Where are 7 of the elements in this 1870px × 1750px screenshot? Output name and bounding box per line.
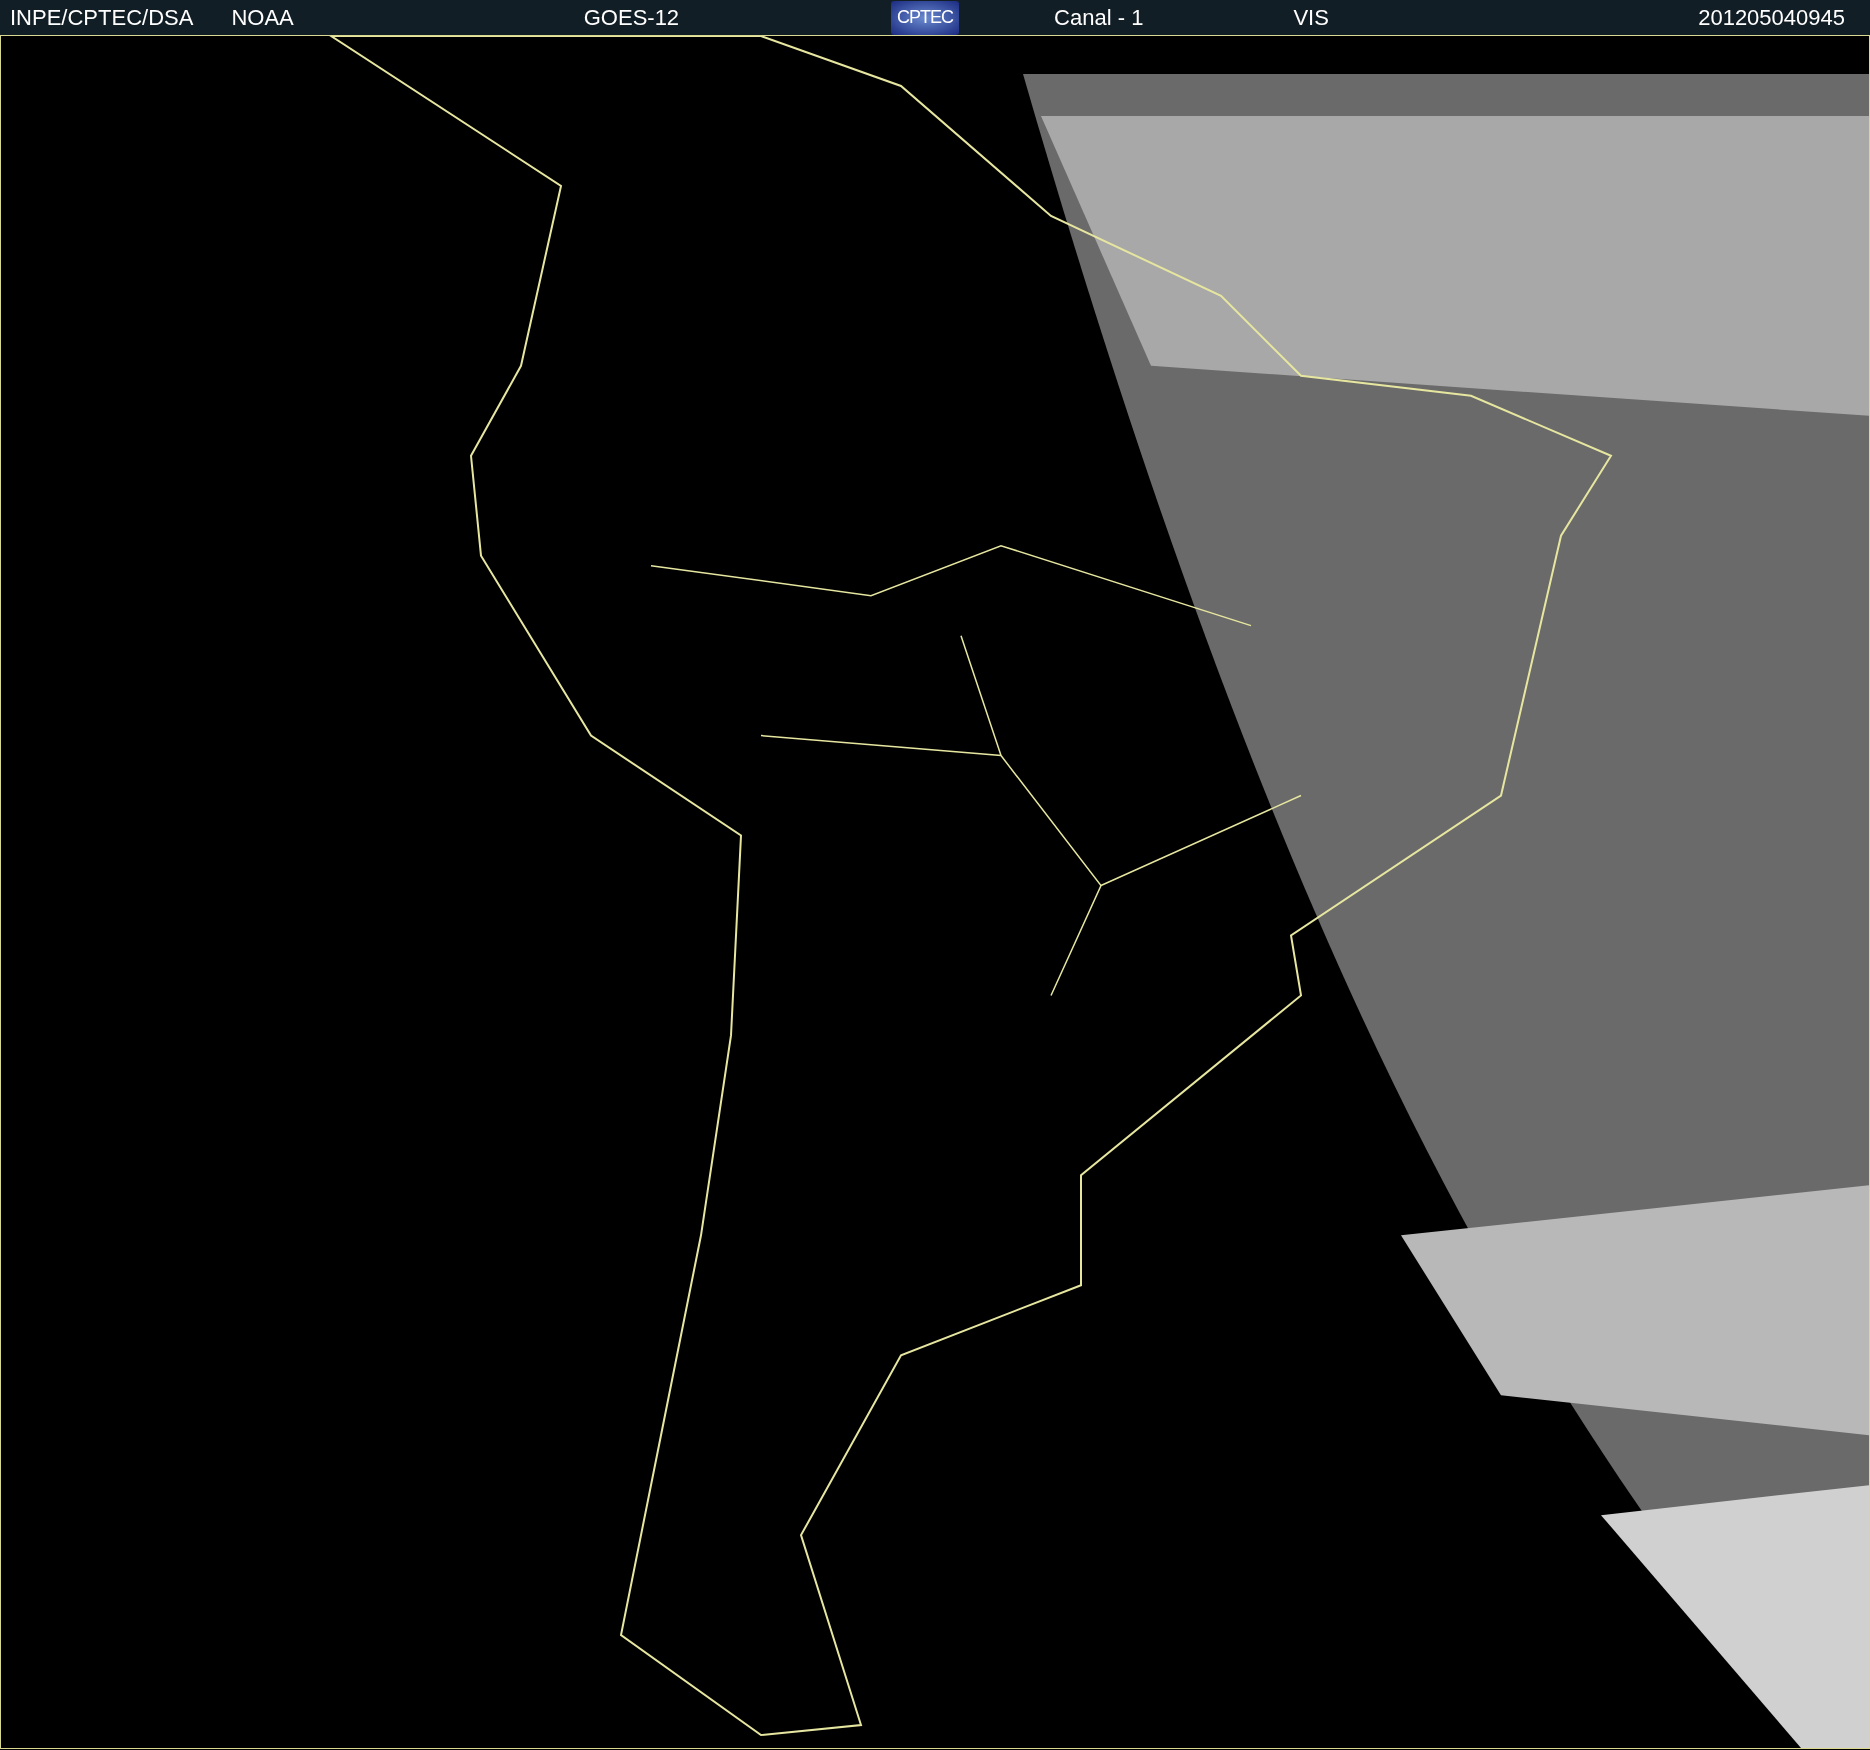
logo: CPTEC [891,0,960,35]
header-label: GOES-12 [583,4,680,32]
header-label: Canal - 1 [1054,4,1144,32]
header-label: NOAA [231,4,294,32]
header-label: VIS [1293,4,1329,32]
header-label: 201205040945 [1698,4,1845,32]
header-label: INPE/CPTEC/DSA [10,4,194,32]
